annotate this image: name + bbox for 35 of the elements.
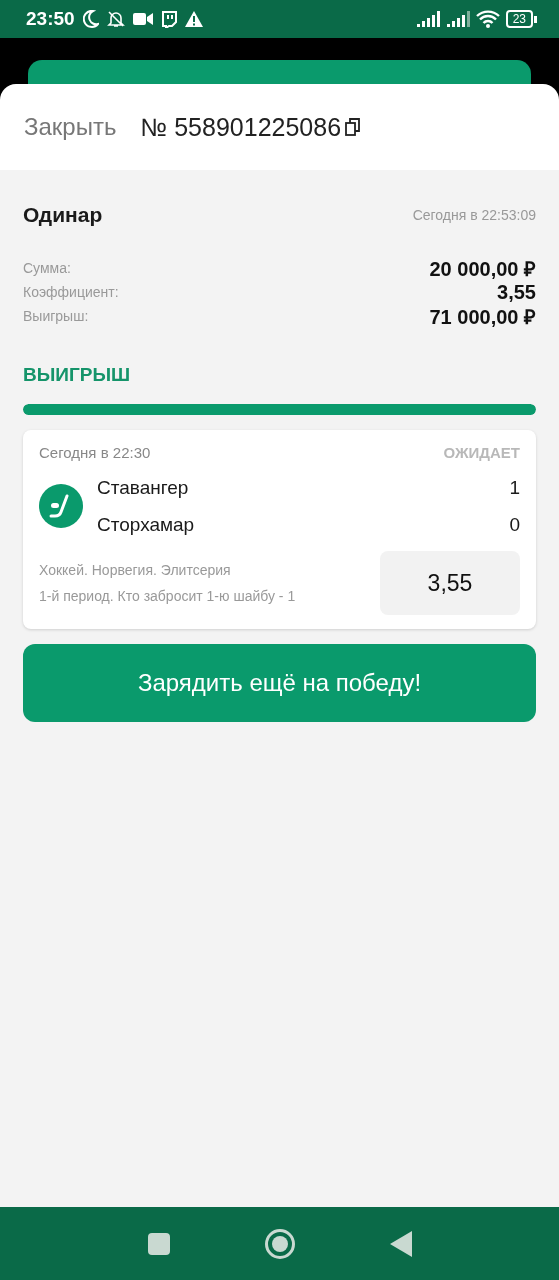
detail-label: Выигрыш:: [23, 308, 89, 324]
signal-icon: [415, 11, 440, 27]
moon-icon: [82, 10, 99, 28]
event-status: ОЖИДАЕТ: [443, 444, 520, 461]
warning-icon: [184, 11, 203, 27]
detail-label: Сумма:: [23, 260, 71, 276]
chat-icon: [160, 10, 177, 28]
odds-button[interactable]: 3,55: [380, 551, 520, 615]
bet-date: Сегодня в 22:53:09: [412, 207, 536, 223]
result-label: ВЫИГРЫШ: [23, 364, 132, 386]
copy-icon[interactable]: [345, 118, 362, 136]
back-icon[interactable]: [389, 1230, 412, 1257]
team-name: Ставангер: [97, 476, 189, 499]
league-name: Хоккей. Норвегия. Элитсерия: [39, 562, 232, 578]
video-camera-icon: [132, 12, 153, 26]
team-score: 0: [509, 513, 520, 536]
bet-number: № 558901225086: [140, 112, 342, 142]
market-name: 1-й период. Кто забросит 1-ю шайбу - 1: [39, 588, 297, 604]
team-score: 1: [509, 476, 520, 499]
clock: 23:50: [26, 8, 75, 30]
signal-icon: [445, 11, 470, 27]
detail-value: 3,55: [497, 280, 536, 304]
detail-label: Коэффициент:: [23, 284, 119, 300]
event-time: Сегодня в 22:30: [39, 444, 151, 461]
hockey-stick-icon: [39, 484, 83, 528]
wifi-icon: [475, 10, 500, 28]
bet-again-button[interactable]: Зарядить ещё на победу!: [23, 644, 536, 722]
team-name: Сторхамар: [97, 513, 195, 536]
recent-apps-icon[interactable]: [147, 1232, 170, 1255]
bet-type: Одинар: [23, 203, 103, 227]
muted-bell-icon: [106, 10, 125, 28]
home-icon[interactable]: [263, 1227, 296, 1260]
detail-value: 71 000,00 ₽: [429, 304, 536, 330]
detail-value: 20 000,00 ₽: [429, 256, 536, 282]
close-button[interactable]: Закрыть: [24, 113, 117, 141]
